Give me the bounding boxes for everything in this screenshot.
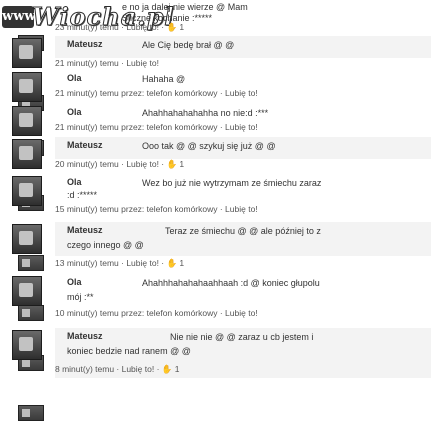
thumbnail-icon xyxy=(18,305,44,321)
comment-meta: 10 minut(y) temu przez: telefon komórkow… xyxy=(55,308,258,318)
comment: Mateusz Ale Cię bedę brał @ @ 21 minut(y… xyxy=(12,36,431,70)
comment-meta: 21 minut(y) temu · Lubię to! xyxy=(55,58,159,68)
comment-author[interactable]: Ola xyxy=(67,107,82,117)
comment-text: Nie nie nie @ @ zaraz u cb jestem i xyxy=(170,332,314,342)
comment: Ola Ahahhahahahahha no nie:d :*** 21 min… xyxy=(12,104,431,138)
comment-text: Ale Cię bedę brał @ @ xyxy=(142,40,235,50)
comment: Mateusz Nie nie nie @ @ zaraz u cb jeste… xyxy=(12,328,431,380)
comment-meta: 8 minut(y) temu · Lubię to! · ✋ 1 xyxy=(55,364,180,374)
comment-text: koniec bedzie nad ranem @ @ xyxy=(67,346,191,356)
comment-author[interactable]: Ola xyxy=(67,277,82,287)
comment: Ola Hahaha @ 21 minut(y) temu przez: tel… xyxy=(12,70,431,104)
avatar[interactable] xyxy=(12,106,42,136)
comment-text: Ooo tak @ @ szykuj się już @ @ xyxy=(142,141,276,151)
comment-meta: 23 minut(y) temu · Lubię to! · ✋ 1 xyxy=(55,22,185,32)
thumbnail-icon xyxy=(18,255,44,271)
comment-author[interactable]: Mateusz xyxy=(67,39,103,49)
comment-author[interactable]: Ola xyxy=(67,73,82,83)
comment: Mateusz Teraz ze śmiechu @ @ ale później… xyxy=(12,222,431,272)
top-comment: e no ja dalej nie wierze @ Mam Sliczne k… xyxy=(122,2,432,24)
comment: Ola Wez bo już nie wytrzymam ze śmiechu … xyxy=(12,174,431,220)
comment-author[interactable]: Mateusz xyxy=(67,225,103,235)
comment-text: Hahaha @ xyxy=(142,74,186,84)
comment-text: mój :** xyxy=(67,292,94,302)
thumbnail-icon xyxy=(18,405,44,421)
comment-meta: 20 minut(y) temu · Lubię to! · ✋ 1 xyxy=(55,159,185,169)
avatar[interactable] xyxy=(12,72,42,102)
comment-text: Teraz ze śmiechu @ @ ale później to z xyxy=(165,226,321,236)
comment-text: :d :***** xyxy=(67,190,98,200)
comment: Mateusz Ooo tak @ @ szykuj się już @ @ 2… xyxy=(12,137,431,173)
comment-author[interactable]: Mateusz xyxy=(67,140,103,150)
comment-text: Ahahhahahahahha no nie:d :*** xyxy=(142,108,269,118)
comment-author[interactable]: Ola xyxy=(67,177,82,187)
comment-meta: 15 minut(y) temu przez: telefon komórkow… xyxy=(55,204,258,214)
comment-text: czego innego @ @ xyxy=(67,240,144,250)
avatar[interactable] xyxy=(12,224,42,254)
comment-text: e no ja dalej nie wierze @ Mam xyxy=(122,2,248,12)
avatar[interactable] xyxy=(12,38,42,68)
comment-text: Ahahhhahahahaahhaah :d @ koniec głupolu xyxy=(142,278,320,288)
comment-meta: 21 minut(y) temu przez: telefon komórkow… xyxy=(55,122,258,132)
avatar[interactable] xyxy=(12,276,42,306)
comment-text: Wez bo już nie wytrzymam ze śmiechu zara… xyxy=(142,178,322,188)
comment-meta: 21 minut(y) temu przez: telefon komórkow… xyxy=(55,88,258,98)
comment-meta: 13 minut(y) temu · Lubię to! · ✋ 1 xyxy=(55,258,185,268)
avatar[interactable] xyxy=(12,330,42,360)
avatar[interactable] xyxy=(12,139,42,169)
avatar[interactable] xyxy=(12,176,42,206)
comment-author[interactable]: Mateusz xyxy=(67,331,103,341)
comment: Ola Ahahhhahahahaahhaah :d @ koniec głup… xyxy=(12,274,431,324)
